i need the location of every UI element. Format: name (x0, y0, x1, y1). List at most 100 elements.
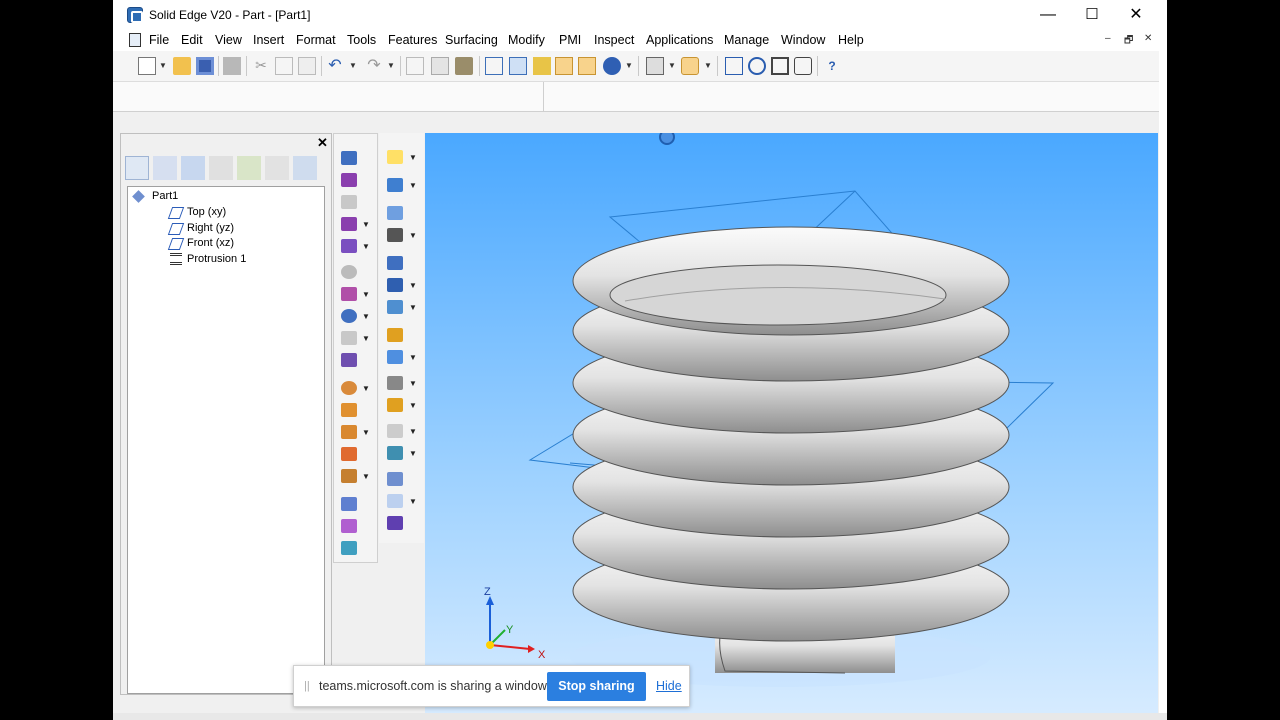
shaded-edges-icon[interactable] (578, 57, 596, 75)
feature-pathfinder-tab[interactable] (125, 156, 149, 180)
chevron-down-icon[interactable]: ▼ (362, 334, 370, 343)
fit-icon[interactable] (771, 57, 789, 75)
variable-table-tab[interactable] (265, 156, 289, 180)
menu-edit[interactable]: Edit (181, 33, 203, 47)
helix-tool-icon[interactable] (341, 381, 357, 395)
doc-restore-button[interactable]: 🗗 (1124, 33, 1133, 50)
redo-icon[interactable]: ↷ (365, 57, 383, 75)
menu-surfacing[interactable]: Surfacing (445, 33, 498, 47)
document-icon[interactable] (129, 33, 141, 47)
revolve-icon[interactable] (341, 173, 357, 187)
cross-section-icon[interactable] (387, 494, 403, 508)
layers-tab[interactable] (153, 156, 177, 180)
split-icon[interactable] (387, 376, 403, 390)
rib-icon[interactable] (341, 331, 357, 345)
feature-library-tab[interactable] (181, 156, 205, 180)
pan-icon[interactable] (794, 57, 812, 75)
spring-model[interactable]: Z Y X (425, 133, 1158, 713)
body-icon[interactable] (341, 497, 357, 511)
chevron-down-icon[interactable]: ▼ (409, 153, 417, 162)
front-view-icon[interactable] (485, 57, 503, 75)
chevron-down-icon[interactable]: ▼ (362, 384, 370, 393)
chevron-down-icon[interactable]: ▼ (409, 379, 417, 388)
chevron-down-icon[interactable]: ▼ (409, 401, 417, 410)
print-icon[interactable] (223, 57, 241, 75)
stitch-icon[interactable] (387, 424, 403, 438)
cutout-icon[interactable] (341, 195, 357, 209)
intersection-icon[interactable] (387, 278, 403, 292)
menu-insert[interactable]: Insert (253, 33, 284, 47)
menu-applications[interactable]: Applications (646, 33, 713, 47)
derived-curve-icon[interactable] (387, 516, 403, 530)
help-tab[interactable] (293, 156, 317, 180)
keypoint-icon[interactable] (387, 472, 403, 486)
chevron-down-icon[interactable]: ▼ (668, 61, 676, 70)
chevron-down-icon[interactable]: ▼ (409, 449, 417, 458)
chevron-down-icon[interactable]: ▼ (409, 303, 417, 312)
menu-pmi[interactable]: PMI (559, 33, 581, 47)
chevron-down-icon[interactable]: ▼ (159, 61, 167, 70)
plane-tool-icon[interactable] (387, 178, 403, 192)
chamfer-icon[interactable] (341, 287, 357, 301)
spring-tool-icon[interactable] (387, 228, 403, 242)
menu-window[interactable]: Window (781, 33, 825, 47)
iso-view-icon[interactable] (455, 57, 473, 75)
chevron-down-icon[interactable]: ▼ (704, 61, 712, 70)
shaded-icon[interactable] (555, 57, 573, 75)
menu-view[interactable]: View (215, 33, 242, 47)
maximize-button[interactable]: ☐ (1069, 0, 1115, 30)
pathfinder-close-button[interactable]: ✕ (317, 136, 328, 149)
save-icon[interactable] (196, 57, 214, 75)
pattern-icon[interactable] (341, 425, 357, 439)
chevron-down-icon[interactable]: ▼ (409, 231, 417, 240)
new-icon[interactable] (138, 57, 156, 75)
part-view-icon[interactable] (431, 57, 449, 75)
chevron-down-icon[interactable]: ▼ (362, 312, 370, 321)
round-icon[interactable] (341, 265, 357, 279)
loft-icon[interactable] (341, 239, 357, 253)
tree-node-protrusion[interactable]: Protrusion 1 (187, 253, 246, 265)
menu-format[interactable]: Format (296, 33, 336, 47)
chevron-down-icon[interactable]: ▼ (362, 428, 370, 437)
iso-shade-icon[interactable] (533, 57, 551, 75)
chevron-down-icon[interactable]: ▼ (362, 242, 370, 251)
cut-icon[interactable]: ✂ (252, 57, 270, 75)
union-icon[interactable] (341, 519, 357, 533)
chevron-down-icon[interactable]: ▼ (409, 497, 417, 506)
render-icon[interactable] (603, 57, 621, 75)
visible-edges-icon[interactable] (681, 57, 699, 75)
close-button[interactable]: ✕ (1113, 0, 1159, 30)
minimize-button[interactable]: — (1025, 0, 1071, 30)
sensors-tab[interactable] (237, 156, 261, 180)
project-icon[interactable] (387, 300, 403, 314)
help-pointer-icon[interactable]: ? (823, 57, 841, 75)
family-of-parts-tab[interactable] (209, 156, 233, 180)
hole-icon[interactable] (341, 217, 357, 231)
tree-node-part1[interactable]: Part1 (152, 190, 178, 202)
menu-inspect[interactable]: Inspect (594, 33, 634, 47)
menu-manage[interactable]: Manage (724, 33, 769, 47)
draft-icon[interactable] (341, 403, 357, 417)
doc-minimize-button[interactable]: – (1105, 33, 1111, 44)
chevron-down-icon[interactable]: ▼ (362, 220, 370, 229)
sketch-icon[interactable] (406, 57, 424, 75)
copy-part-icon[interactable] (341, 541, 357, 555)
zoom-area-icon[interactable] (725, 57, 743, 75)
surface-icon[interactable] (387, 350, 403, 364)
menu-modify[interactable]: Modify (508, 33, 545, 47)
drag-grip-icon[interactable]: || (304, 680, 310, 692)
coordinate-system-icon[interactable] (387, 206, 403, 220)
chevron-down-icon[interactable]: ▼ (409, 281, 417, 290)
undo-icon[interactable]: ↶ (326, 57, 344, 75)
menu-help[interactable]: Help (838, 33, 864, 47)
paste-icon[interactable] (298, 57, 316, 75)
stop-sharing-button[interactable]: Stop sharing (547, 672, 646, 701)
shell-icon[interactable] (341, 309, 357, 323)
open-icon[interactable] (173, 57, 191, 75)
doc-close-button[interactable]: ✕ (1144, 33, 1152, 44)
menu-tools[interactable]: Tools (347, 33, 376, 47)
bounded-icon[interactable] (387, 446, 403, 460)
thread-icon[interactable] (341, 469, 357, 483)
tree-node-top-plane[interactable]: Top (xy) (187, 206, 226, 218)
top-view-icon[interactable] (509, 57, 527, 75)
